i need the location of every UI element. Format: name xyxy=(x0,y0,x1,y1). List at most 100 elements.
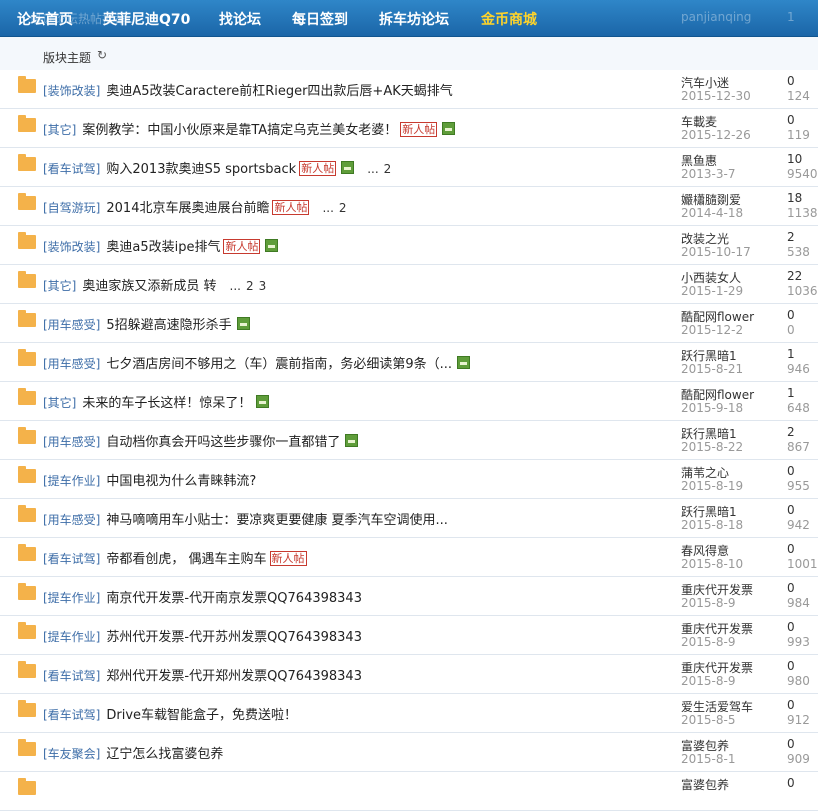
thread-main: [看车试驾] 郑州代开发票-代开郑州发票QQ764398343 xyxy=(43,665,362,684)
thread-category-link[interactable]: [提车作业] xyxy=(43,591,100,605)
thread-main: [看车试驾] 购入2013款奥迪S5 sportsback 新人帖... 2 xyxy=(43,158,391,177)
thread-row[interactable]: [装饰改装] 奥迪a5改装ipe排气 新人帖 改装之光 2015-10-17 2 538 xyxy=(0,226,818,265)
board-subheader: 版块主题 ↻ xyxy=(0,37,818,71)
thread-title-link[interactable]: 郑州代开发票-代开郑州发票QQ764398343 xyxy=(106,669,362,684)
image-attachment-icon xyxy=(341,161,355,174)
thread-category-link[interactable]: [自驾游玩] xyxy=(43,201,100,215)
folder-icon xyxy=(18,115,36,132)
nav-daily-checkin[interactable]: 每日签到 xyxy=(292,9,348,29)
folder-icon xyxy=(18,778,36,795)
thread-row[interactable]: [提车作业] 南京代开发票-代开南京发票QQ764398343 重庆代开发票 2015… xyxy=(0,577,818,616)
board-topics-label: 版块主题 xyxy=(43,51,92,65)
thread-row[interactable]: [看车试驾] 郑州代开发票-代开郑州发票QQ764398343 重庆代开发票 2015… xyxy=(0,655,818,694)
thread-title-link[interactable]: 神马嘀嘀用车小贴士：要凉爽更要健康 夏季汽车空调使用... xyxy=(106,513,448,528)
thread-row[interactable]: [看车试驾] 帝都看创虎， 偶遇车主购车 新人帖 春风得意 2015-8-10 0 1001 xyxy=(0,538,818,577)
thread-category-link[interactable]: [装饰改装] xyxy=(43,84,100,98)
thread-title-link[interactable]: 南京代开发票-代开南京发票QQ764398343 xyxy=(106,591,362,606)
folder-icon xyxy=(18,427,36,444)
thread-title-link[interactable]: 奥迪a5改装ipe排气 xyxy=(106,240,220,255)
reply-count: 0 xyxy=(787,503,795,517)
thread-date: 2015-8-10 xyxy=(681,557,744,571)
reply-count: 0 xyxy=(787,659,795,673)
thread-row[interactable]: [看车试驾] 购入2013款奥迪S5 sportsback 新人帖... 2 黑鱼惠 20… xyxy=(0,148,818,187)
nav-teardown-forum[interactable]: 拆车坊论坛 xyxy=(379,9,449,29)
refresh-icon[interactable]: ↻ xyxy=(97,48,107,62)
thread-row[interactable]: [用车感受] 神马嘀嘀用车小贴士：要凉爽更要健康 夏季汽车空调使用... 跃行黑暗1… xyxy=(0,499,818,538)
page-link[interactable]: 3 xyxy=(259,279,267,293)
reply-count: 10 xyxy=(787,152,803,166)
thread-row[interactable]: [看车试驾] Drive车载智能盒子，免费送啦！ 爱生活爱驾车 2015-8-5 0 91… xyxy=(0,694,818,733)
thread-category-link[interactable]: [车友聚会] xyxy=(43,747,100,761)
thread-category-link[interactable]: [其它] xyxy=(43,279,76,293)
thread-row[interactable]: [提车作业] 苏州代开发票-代开苏州发票QQ764398343 重庆代开发票 2015… xyxy=(0,616,818,655)
thread-row[interactable]: [提车作业] 中国电视为什么青睐韩流? 蒲苇之心 2015-8-19 0 955 xyxy=(0,460,818,499)
thread-title-link[interactable]: 七夕酒店房间不够用之（车）震前指南，务必细读第9条（... xyxy=(106,357,452,372)
nav-find-forum[interactable]: 找论坛 xyxy=(219,9,261,29)
thread-row[interactable]: [其它] 未来的车子长这样！惊呆了！ 酷配网flower 2015-9-18 1 648 xyxy=(0,382,818,421)
thread-row[interactable]: [装饰改装] 奥迪A5改装Caractere前杠Rieger四出款后唇+AK天蝎排… xyxy=(0,70,818,109)
thread-title-link[interactable]: Drive车载智能盒子，免费送啦！ xyxy=(106,708,297,723)
reply-count: 0 xyxy=(787,464,795,478)
page-link[interactable]: ... xyxy=(230,279,241,293)
view-count: 648 xyxy=(787,401,810,415)
folder-icon xyxy=(18,232,36,249)
thread-category-link[interactable]: [看车试驾] xyxy=(43,162,100,176)
thread-category-link[interactable]: [用车感受] xyxy=(43,357,100,371)
thread-title-link[interactable]: 5招躲避高速隐形杀手 xyxy=(106,318,231,333)
nav-forum-home[interactable]: 论坛首页 xyxy=(17,9,73,29)
reply-count: 0 xyxy=(787,542,795,556)
thread-pages: ... 2 xyxy=(317,201,346,215)
thread-title-link[interactable]: 奥迪家族又添新成员 转 xyxy=(82,279,216,294)
thread-date: 2014-4-18 xyxy=(681,206,744,220)
thread-title-link[interactable]: 中国电视为什么青睐韩流? xyxy=(106,474,256,489)
thread-date: 2015-12-2 xyxy=(681,323,744,337)
folder-icon xyxy=(18,193,36,210)
reply-count: 0 xyxy=(787,776,795,790)
thread-title-link[interactable]: 2014北京车展奥迪展台前瞻 xyxy=(106,201,269,216)
thread-row[interactable]: [车友聚会] 辽宁怎么找富婆包养 富婆包养 2015-8-1 0 909 xyxy=(0,733,818,772)
thread-category-link[interactable]: [用车感受] xyxy=(43,435,100,449)
thread-category-link[interactable]: [看车试驾] xyxy=(43,552,100,566)
nav-infiniti-q70[interactable]: 英菲尼迪Q70 xyxy=(103,9,190,29)
view-count: 119 xyxy=(787,128,810,142)
thread-category-link[interactable]: [其它] xyxy=(43,396,76,410)
image-attachment-icon xyxy=(457,356,471,369)
thread-category-link[interactable]: [提车作业] xyxy=(43,630,100,644)
page-link[interactable]: 2 xyxy=(246,279,254,293)
thread-row[interactable]: [其它] 案例教学：中国小伙原来是靠TA搞定乌克兰美女老婆！ 新人帖 车載麦 2015-… xyxy=(0,109,818,148)
thread-category-link[interactable]: [看车试驾] xyxy=(43,669,100,683)
thread-row[interactable]: [用车感受] 七夕酒店房间不够用之（车）震前指南，务必细读第9条（... 跃行黑暗1… xyxy=(0,343,818,382)
thread-row[interactable]: [自驾游玩] 2014北京车展奥迪展台前瞻 新人帖... 2 孍櫹膸剟爱 2014-4-1… xyxy=(0,187,818,226)
page-link[interactable]: 2 xyxy=(339,201,347,215)
reply-count: 0 xyxy=(787,113,795,127)
nav-coin-mall[interactable]: 金币商城 xyxy=(481,9,537,29)
thread-row[interactable]: 富婆包养 0 xyxy=(0,772,818,811)
thread-title-link[interactable]: 自动档你真会开吗这些步骤你一直都错了 xyxy=(106,435,340,450)
page-link[interactable]: 2 xyxy=(384,162,392,176)
thread-row[interactable]: [用车感受] 自动档你真会开吗这些步骤你一直都错了 跃行黑暗1 2015-8-22 2 8… xyxy=(0,421,818,460)
thread-category-link[interactable]: [用车感受] xyxy=(43,318,100,332)
thread-category-link[interactable]: [其它] xyxy=(43,123,76,137)
folder-icon xyxy=(18,154,36,171)
thread-category-link[interactable]: [用车感受] xyxy=(43,513,100,527)
thread-row[interactable]: [其它] 奥迪家族又添新成员 转... 2 3 小西装女人 2015-1-29 22 1036 xyxy=(0,265,818,304)
thread-main: [车友聚会] 辽宁怎么找富婆包养 xyxy=(43,743,223,762)
thread-row[interactable]: [用车感受] 5招躲避高速隐形杀手 酷配网flower 2015-12-2 0 0 xyxy=(0,304,818,343)
thread-title-link[interactable]: 未来的车子长这样！惊呆了！ xyxy=(82,396,251,411)
page-link[interactable]: ... xyxy=(322,201,333,215)
thread-title-link[interactable]: 辽宁怎么找富婆包养 xyxy=(106,747,223,762)
page-link[interactable]: ... xyxy=(367,162,378,176)
thread-title-link[interactable]: 苏州代开发票-代开苏州发票QQ764398343 xyxy=(106,630,362,645)
thread-title-link[interactable]: 案例教学：中国小伙原来是靠TA搞定乌克兰美女老婆！ xyxy=(82,123,397,138)
reply-count: 0 xyxy=(787,737,795,751)
thread-category-link[interactable]: [看车试驾] xyxy=(43,708,100,722)
thread-title-link[interactable]: 购入2013款奥迪S5 sportsback xyxy=(106,162,296,177)
thread-title-link[interactable]: 帝都看创虎， 偶遇车主购车 xyxy=(106,552,266,567)
thread-category-link[interactable]: [装饰改装] xyxy=(43,240,100,254)
folder-icon xyxy=(18,622,36,639)
thread-title-link[interactable]: 奥迪A5改装Caractere前杠Rieger四出款后唇+AK天蝎排气 xyxy=(106,84,452,99)
thread-main: [用车感受] 神马嘀嘀用车小贴士：要凉爽更要健康 夏季汽车空调使用... xyxy=(43,509,448,528)
thread-category-link[interactable]: [提车作业] xyxy=(43,474,100,488)
thread-main: [用车感受] 七夕酒店房间不够用之（车）震前指南，务必细读第9条（... xyxy=(43,353,471,372)
thread-author[interactable]: 富婆包养 xyxy=(681,776,729,793)
